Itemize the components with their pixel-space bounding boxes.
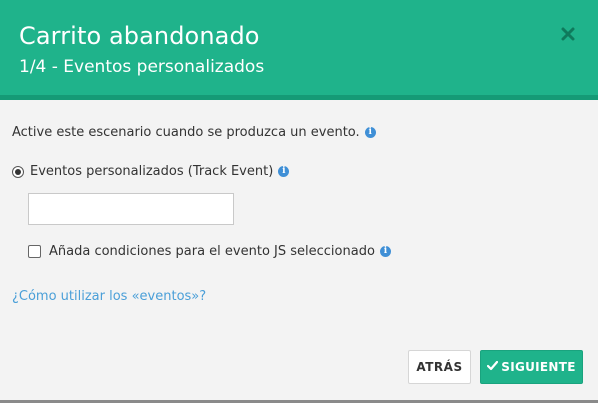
info-icon[interactable]: i	[278, 166, 290, 177]
intro-text: Active este escenario cuando se produzca…	[12, 125, 360, 140]
next-button[interactable]: SIGUIENTE	[480, 350, 583, 384]
custom-events-radio[interactable]	[12, 165, 24, 178]
radio-custom-events-row[interactable]: Eventos personalizados (Track Event) i	[12, 164, 290, 179]
scenario-modal: Carrito abandonado 1/4 - Eventos persona…	[0, 0, 598, 400]
info-icon[interactable]: i	[379, 246, 391, 257]
event-name-input[interactable]	[28, 193, 234, 225]
info-icon[interactable]: i	[364, 127, 376, 138]
conditions-checkbox[interactable]	[28, 245, 41, 258]
next-button-label: SIGUIENTE	[501, 360, 576, 374]
back-button-label: ATRÁS	[416, 360, 463, 374]
modal-header: Carrito abandonado 1/4 - Eventos persona…	[0, 0, 598, 100]
checkmark-icon	[487, 360, 499, 374]
radio-label: Eventos personalizados (Track Event)	[30, 164, 274, 179]
intro-text-row: Active este escenario cuando se produzca…	[12, 125, 376, 140]
conditions-checkbox-row[interactable]: Añada condiciones para el evento JS sele…	[28, 244, 391, 259]
modal-subtitle: 1/4 - Eventos personalizados	[19, 57, 265, 77]
close-icon[interactable]	[556, 22, 580, 46]
help-events-link[interactable]: ¿Cómo utilizar los «eventos»?	[12, 289, 206, 304]
back-button[interactable]: ATRÁS	[408, 350, 471, 384]
checkbox-label: Añada condiciones para el evento JS sele…	[49, 244, 375, 259]
modal-title: Carrito abandonado	[19, 22, 260, 50]
